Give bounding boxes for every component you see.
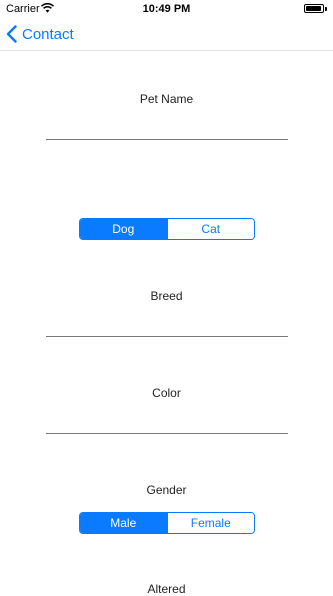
segment-female[interactable]: Female — [166, 513, 254, 533]
breed-label: Breed — [150, 289, 183, 303]
species-segmented-control[interactable]: Dog Cat — [79, 218, 255, 240]
status-bar: Carrier 10:49 PM — [0, 0, 333, 18]
clock: 10:49 PM — [142, 3, 191, 15]
breed-underline — [46, 336, 288, 337]
pet-name-underline — [46, 139, 288, 140]
battery-level-fill — [306, 6, 321, 11]
color-underline — [46, 433, 288, 434]
color-label: Color — [152, 386, 181, 400]
battery-icon — [304, 4, 324, 13]
chevron-left-icon — [6, 25, 17, 43]
pet-name-field[interactable] — [46, 116, 292, 140]
altered-label: Altered — [147, 582, 186, 596]
segment-male[interactable]: Male — [80, 513, 167, 533]
navigation-bar: Contact — [0, 18, 333, 51]
battery-tip — [325, 7, 327, 11]
gender-label: Gender — [146, 483, 187, 497]
segment-cat[interactable]: Cat — [166, 219, 254, 239]
gender-segmented-control[interactable]: Male Female — [79, 512, 255, 534]
back-button[interactable]: Contact — [6, 23, 74, 45]
breed-field[interactable] — [46, 313, 292, 337]
back-button-label: Contact — [22, 25, 74, 43]
segment-dog[interactable]: Dog — [80, 219, 167, 239]
pet-name-label: Pet Name — [139, 92, 194, 106]
color-field[interactable] — [46, 409, 292, 433]
